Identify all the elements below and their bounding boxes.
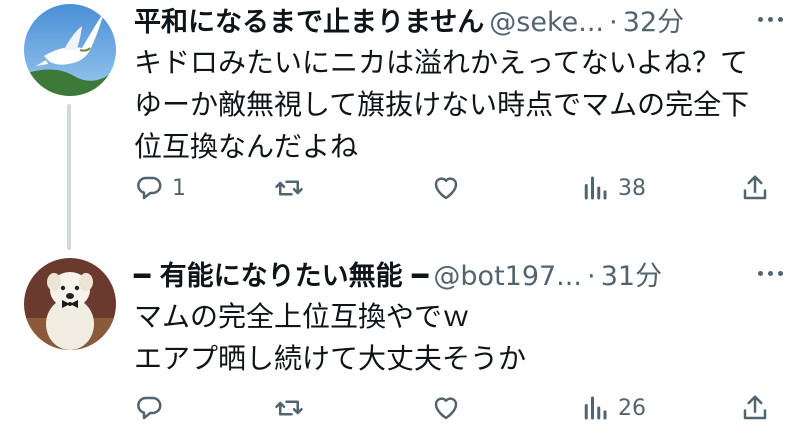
more-options-icon[interactable] — [750, 4, 790, 34]
retweet-icon — [275, 400, 303, 416]
avatar[interactable] — [24, 258, 116, 350]
user-handle[interactable]: @bot197... — [433, 261, 582, 292]
heart-icon — [434, 177, 458, 200]
dog-avatar-icon — [24, 258, 116, 350]
display-name[interactable]: ━ 有能になりたい無能 ━ — [134, 261, 428, 292]
more-options-icon[interactable] — [750, 258, 790, 288]
share-button[interactable] — [740, 168, 770, 208]
action-bar: 26 — [134, 388, 774, 428]
tweet-text: キドロみたいにニカは溢れかえってないよね？て ゆーか敵無視して旗抜けない時点でマ… — [134, 46, 750, 163]
share-icon — [743, 395, 767, 420]
separator-dot: · — [609, 7, 618, 38]
avatar[interactable] — [24, 4, 116, 96]
reply-icon — [137, 176, 162, 200]
retweet-icon — [275, 180, 303, 196]
tweet-text: マムの完全上位互換やでｗ エアプ晒し続けて大丈夫そうか — [134, 300, 527, 375]
reply-button[interactable] — [134, 388, 172, 428]
like-button[interactable] — [430, 168, 470, 208]
retweet-button[interactable] — [274, 168, 312, 208]
share-icon — [743, 175, 767, 200]
view-count: 26 — [618, 395, 646, 421]
dove-avatar-icon — [24, 4, 116, 96]
share-button[interactable] — [740, 388, 770, 428]
reply-button[interactable]: 1 — [134, 168, 186, 208]
views-button[interactable]: 38 — [580, 168, 646, 208]
display-name[interactable]: 平和になるまで止まりません — [134, 7, 484, 38]
action-bar: 1 38 — [134, 168, 774, 208]
retweet-button[interactable] — [274, 388, 312, 428]
tweet-2[interactable]: ━ 有能になりたい無能 ━ @bot197... · 31分 マムの完全上位互換… — [0, 254, 800, 428]
heart-icon — [434, 397, 458, 420]
views-button[interactable]: 26 — [580, 388, 646, 428]
view-count: 38 — [618, 175, 646, 201]
timestamp[interactable]: 32分 — [623, 7, 684, 38]
separator-dot: · — [587, 261, 596, 292]
timestamp[interactable]: 31分 — [601, 261, 662, 292]
reply-icon — [137, 396, 162, 420]
views-chart-icon — [584, 396, 607, 420]
thread-connector-line — [67, 104, 71, 250]
like-button[interactable] — [430, 388, 470, 428]
views-chart-icon — [584, 176, 607, 200]
tweet-1[interactable]: 平和になるまで止まりません @seke... · 32分 キドロみたいにニカは溢… — [0, 0, 800, 250]
user-handle[interactable]: @seke... — [489, 7, 604, 38]
reply-count: 1 — [172, 175, 186, 201]
